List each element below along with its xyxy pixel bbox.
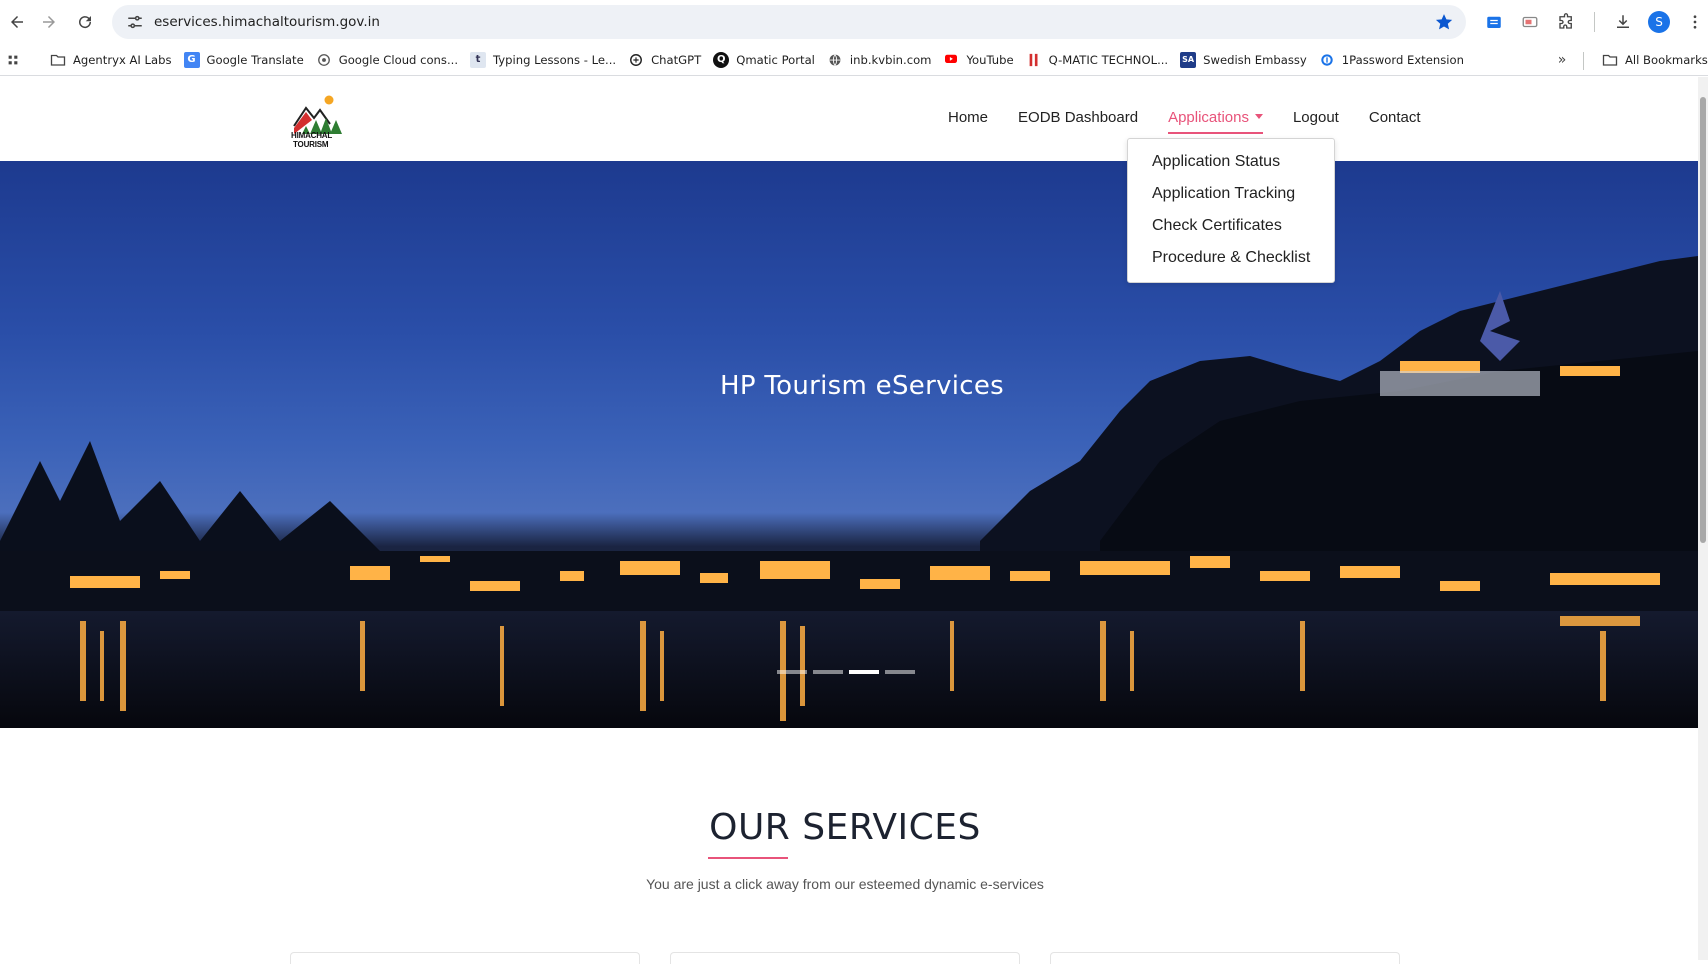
bookmark-1password[interactable]: 1Password Extension [1313, 47, 1470, 73]
nav-logout[interactable]: Logout [1293, 109, 1339, 126]
hero-carousel: HP Tourism eServices [0, 161, 1698, 728]
site-header: HIMACHAL TOURISM Home EODB Dashboard App… [0, 77, 1698, 161]
downloads-icon[interactable] [1609, 8, 1637, 36]
toolbar-divider [1594, 12, 1595, 32]
dropdown-application-tracking[interactable]: Application Tracking [1128, 182, 1334, 214]
site-settings-icon[interactable] [126, 13, 144, 31]
shopping-extension-icon[interactable] [1480, 8, 1508, 36]
page-scrollbar[interactable] [1698, 77, 1708, 960]
dropdown-check-certificates[interactable]: Check Certificates [1128, 214, 1334, 246]
reload-button[interactable] [68, 5, 102, 39]
dropdown-procedure-checklist[interactable]: Procedure & Checklist [1128, 246, 1334, 278]
sa-icon: SA [1180, 51, 1197, 68]
hero-night-lake-image [0, 256, 1698, 728]
bookmark-label: Qmatic Portal [736, 52, 815, 67]
bookmark-google-translate[interactable]: G Google Translate [178, 47, 310, 73]
back-button[interactable] [0, 5, 34, 39]
services-title: OUR SERVICES [709, 807, 981, 848]
bookmark-label: ChatGPT [651, 52, 702, 67]
bookmark-label: Google Translate [206, 52, 304, 67]
google-cloud-icon [316, 52, 332, 68]
bookmarks-divider [1583, 52, 1584, 70]
nav-home[interactable]: Home [948, 109, 988, 126]
carousel-dot-4[interactable] [885, 670, 915, 674]
cast-extension-icon[interactable] [1516, 8, 1544, 36]
applications-dropdown: Application Status Application Tracking … [1127, 138, 1335, 283]
menu-kebab-icon[interactable] [1681, 8, 1708, 36]
bookmark-label: 1Password Extension [1341, 52, 1464, 67]
apps-grid-icon[interactable] [2, 47, 24, 73]
more-bookmarks-chevron-icon[interactable]: » [1550, 48, 1574, 72]
service-card[interactable] [290, 952, 640, 964]
services-title-underline [708, 857, 788, 859]
avatar[interactable]: S [1648, 11, 1670, 33]
google-translate-icon: G [183, 51, 200, 68]
logo-text: HIMACHAL TOURISM [291, 131, 332, 149]
youtube-icon [943, 52, 959, 68]
reload-icon [79, 16, 92, 29]
nav-applications[interactable]: Applications [1168, 109, 1263, 134]
address-bar[interactable]: eservices.himachaltourism.gov.in [112, 5, 1466, 39]
bookmark-chatgpt[interactable]: ChatGPT [622, 47, 707, 73]
services-subtitle: You are just a click away from our estee… [646, 876, 1044, 892]
extensions-puzzle-icon[interactable] [1552, 8, 1580, 36]
bookmark-swedish-embassy[interactable]: SA Swedish Embassy [1174, 47, 1313, 73]
qmatic-bars-icon [1026, 52, 1042, 68]
bookmark-label: inb.kvbin.com [849, 52, 932, 67]
bookmark-youtube[interactable]: YouTube [937, 47, 1019, 73]
bookmark-star-icon[interactable] [1434, 12, 1454, 32]
nav-contact[interactable]: Contact [1369, 109, 1421, 126]
bookmark-qmatic-portal[interactable]: Q Qmatic Portal [707, 47, 821, 73]
carousel-dot-1[interactable] [777, 670, 807, 674]
bookmark-qmatic-technol[interactable]: Q-MATIC TECHNOL... [1020, 47, 1174, 73]
nav-eodb-dashboard[interactable]: EODB Dashboard [1018, 109, 1138, 126]
service-card[interactable] [1050, 952, 1400, 964]
arrow-left-icon [11, 16, 23, 28]
bookmark-label: Agentryx AI Labs [73, 52, 172, 67]
bookmark-label: Q-MATIC TECHNOL... [1048, 52, 1169, 67]
service-card[interactable] [670, 952, 1020, 964]
bookmark-google-cloud[interactable]: Google Cloud cons... [310, 47, 464, 73]
globe-icon [827, 52, 843, 68]
caret-down-icon [1254, 114, 1263, 119]
logo-text-line1: HIMACHAL [291, 131, 333, 140]
bookmark-kvbin[interactable]: inb.kvbin.com [821, 47, 938, 73]
chatgpt-icon [628, 52, 644, 68]
bookmark-label: YouTube [966, 52, 1014, 67]
profile-avatar[interactable]: S [1645, 8, 1673, 36]
browser-toolbar: eservices.himachaltourism.gov.in S [0, 0, 1708, 44]
typing-icon: t [470, 51, 487, 68]
hero-title: HP Tourism eServices [719, 371, 1005, 401]
scrollbar-thumb[interactable] [1700, 97, 1706, 543]
forward-button[interactable] [32, 5, 66, 39]
nav-applications-label: Applications [1168, 109, 1249, 126]
dropdown-application-status[interactable]: Application Status [1128, 150, 1334, 182]
folder-icon [50, 52, 66, 68]
main-nav: Home EODB Dashboard Applications Logout … [948, 109, 1451, 134]
bookmark-agentryx[interactable]: Agentryx AI Labs [44, 47, 178, 73]
qmatic-icon: Q [713, 51, 730, 68]
bookmark-label: Google Cloud cons... [338, 52, 459, 67]
bookmark-label: Typing Lessons - Le... [493, 52, 617, 67]
onepassword-icon [1319, 52, 1335, 68]
logo-text-line2: TOURISM [293, 140, 329, 149]
carousel-dot-3[interactable] [849, 670, 879, 674]
bookmarks-bar: Agentryx AI Labs G Google Translate Goog… [0, 44, 1708, 76]
arrow-right-icon [43, 16, 55, 28]
carousel-indicators [777, 670, 921, 674]
carousel-dot-2[interactable] [813, 670, 843, 674]
all-bookmarks-button[interactable]: All Bookmarks [1596, 47, 1708, 73]
bookmark-label: Swedish Embassy [1203, 52, 1307, 67]
url-text[interactable]: eservices.himachaltourism.gov.in [154, 14, 380, 30]
all-bookmarks-label: All Bookmarks [1625, 53, 1708, 67]
folder-icon [1602, 52, 1618, 68]
bookmark-typing-lessons[interactable]: t Typing Lessons - Le... [464, 47, 622, 73]
